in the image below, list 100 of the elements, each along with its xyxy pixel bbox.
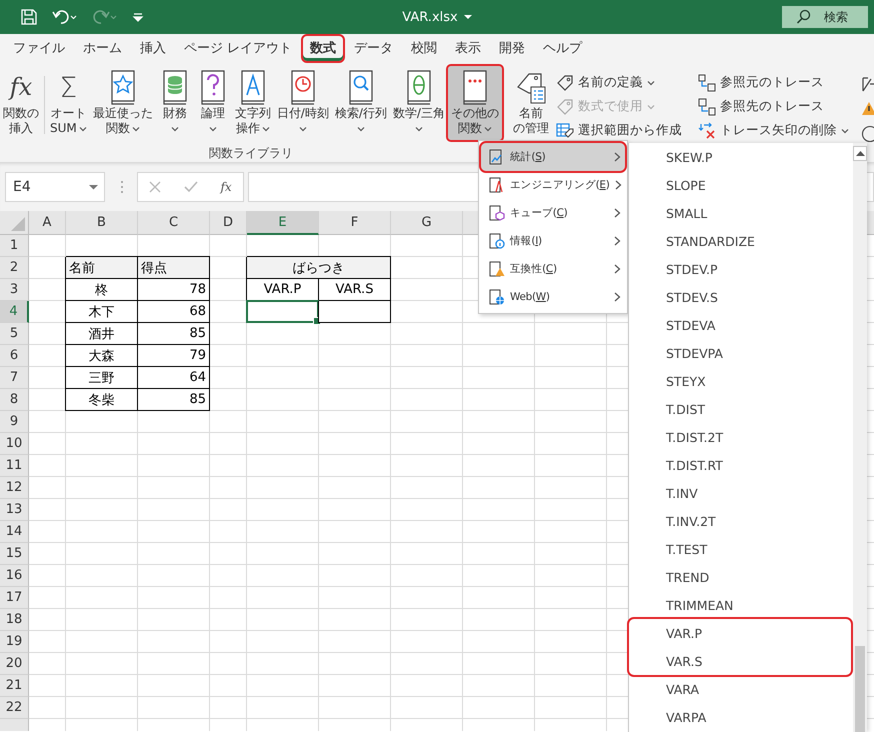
function-item[interactable]: STEYX (629, 367, 851, 395)
table-cell: 酒井 (66, 323, 138, 345)
ribbon-button[interactable]: 検索/行列 (332, 66, 390, 140)
row-header[interactable]: 7 (0, 367, 29, 389)
ribbon-button[interactable]: 参照先のトレース (698, 96, 849, 117)
row-header[interactable]: 22 (0, 697, 29, 719)
cancel-button[interactable] (149, 181, 162, 193)
chevron-right-icon (614, 152, 621, 162)
function-item[interactable]: SLOPE (629, 171, 851, 199)
ribbon-tab[interactable]: ページ レイアウト (177, 36, 300, 60)
function-item[interactable]: T.DIST.RT (629, 451, 851, 479)
menu-item[interactable]: 情報(I) (481, 227, 625, 255)
ribbon-button[interactable]: Σ オート SUM (47, 66, 90, 140)
scrollbar[interactable] (853, 143, 867, 732)
table-cell: 68 (138, 301, 210, 323)
row-header[interactable]: 16 (0, 565, 29, 587)
row-header[interactable]: 6 (0, 345, 29, 367)
ribbon-button[interactable]: 文字列 操作 (232, 66, 274, 140)
column-header[interactable]: D (210, 211, 247, 235)
column-header[interactable]: B (66, 211, 138, 235)
ribbon-button[interactable]: 名前 の管理 (510, 66, 552, 140)
function-item[interactable]: VARA (629, 675, 851, 703)
ribbon-button[interactable]: その他の 関数 (448, 66, 502, 140)
row-header[interactable]: 11 (0, 455, 29, 477)
row-header[interactable]: 18 (0, 609, 29, 631)
search-icon (796, 9, 812, 25)
row-header[interactable]: 5 (0, 323, 29, 345)
function-item[interactable]: T.INV.2T (629, 507, 851, 535)
function-item[interactable]: STDEV.P (629, 255, 851, 283)
selected-cell[interactable] (246, 300, 319, 323)
function-item[interactable]: TRIMMEAN (629, 591, 851, 619)
table-cell: 得点 (138, 257, 210, 279)
row-header[interactable]: 15 (0, 543, 29, 565)
warning-icon (860, 100, 874, 118)
function-item[interactable]: VAR.S (629, 647, 851, 675)
row-header[interactable]: 9 (0, 411, 29, 433)
ribbon-tab[interactable]: 校閲 (404, 36, 444, 60)
insert-function-button[interactable]: fx (220, 180, 232, 194)
ribbon-tab[interactable]: 数式 (303, 36, 344, 60)
column-header[interactable]: G (391, 211, 463, 235)
ribbon-button[interactable]: fx 関数の 挿入 (0, 66, 42, 140)
ribbon-button[interactable]: 財務 (156, 66, 194, 140)
ribbon-tab[interactable]: 挿入 (133, 36, 173, 60)
row-header[interactable]: 13 (0, 499, 29, 521)
info-book-icon (487, 232, 505, 250)
row-header[interactable]: 2 (0, 257, 29, 279)
function-item[interactable]: T.TEST (629, 535, 851, 563)
row-header[interactable]: 3 (0, 279, 29, 301)
ribbon-button[interactable]: 参照元のトレース (698, 72, 849, 93)
row-header[interactable]: 12 (0, 477, 29, 499)
function-item[interactable]: TREND (629, 563, 851, 591)
function-item[interactable]: T.INV (629, 479, 851, 507)
ribbon-button[interactable]: 日付/時刻 (274, 66, 332, 140)
menu-item[interactable]: エンジニアリング(E) (481, 171, 625, 199)
function-item[interactable]: T.DIST (629, 395, 851, 423)
row-header[interactable]: 19 (0, 631, 29, 653)
menu-item[interactable]: 互換性(C) (481, 255, 625, 283)
caret-up-icon (856, 151, 864, 156)
enter-button[interactable] (184, 181, 198, 193)
function-item[interactable]: SKEW.P (629, 143, 851, 171)
ribbon-button[interactable]: トレース矢印の削除 (698, 120, 849, 141)
function-item[interactable]: SMALL (629, 199, 851, 227)
fx-icon: fx (6, 72, 36, 102)
function-item[interactable]: STANDARDIZE (629, 227, 851, 255)
menu-item[interactable]: Web(W) (481, 283, 625, 311)
column-header[interactable]: C (138, 211, 210, 235)
ribbon-button[interactable]: 名前の定義 (556, 72, 682, 93)
row-header[interactable]: 10 (0, 433, 29, 455)
function-item[interactable]: STDEVPA (629, 339, 851, 367)
scroll-thumb[interactable] (855, 646, 865, 732)
ribbon-tab[interactable]: ファイル (6, 36, 72, 60)
column-header[interactable]: F (319, 211, 391, 235)
name-box[interactable]: E4 (5, 172, 105, 202)
row-header[interactable]: 4 (0, 301, 29, 323)
menu-item[interactable]: 統計(S) (481, 143, 625, 171)
row-header[interactable]: 21 (0, 675, 29, 697)
ribbon-button[interactable]: 論理 (194, 66, 232, 140)
ribbon-tab[interactable]: 表示 (448, 36, 488, 60)
row-header[interactable]: 14 (0, 521, 29, 543)
row-header[interactable]: 20 (0, 653, 29, 675)
ribbon-tab[interactable]: 開発 (492, 36, 532, 60)
ribbon-tab[interactable]: ホーム (76, 36, 129, 60)
row-header[interactable]: 17 (0, 587, 29, 609)
function-item[interactable]: VAR.P (629, 619, 851, 647)
menu-item[interactable]: キューブ(C) (481, 199, 625, 227)
search-field[interactable]: 検索 (782, 6, 868, 28)
select-all-button[interactable] (0, 211, 29, 235)
ribbon-button[interactable]: 最近使った 関数 (90, 66, 156, 140)
row-header[interactable]: 1 (0, 235, 29, 257)
function-item[interactable]: T.DIST.2T (629, 423, 851, 451)
ribbon-tab[interactable]: データ (347, 36, 400, 60)
scroll-up-button[interactable] (853, 146, 867, 161)
function-item[interactable]: VARPA (629, 703, 851, 731)
column-header[interactable]: E (247, 211, 319, 235)
function-item[interactable]: STDEVA (629, 311, 851, 339)
ribbon-tab[interactable]: ヘルプ (536, 36, 590, 60)
column-header[interactable]: A (29, 211, 66, 235)
row-header[interactable]: 8 (0, 389, 29, 411)
table-cell: 柊 (66, 279, 138, 301)
function-item[interactable]: STDEV.S (629, 283, 851, 311)
